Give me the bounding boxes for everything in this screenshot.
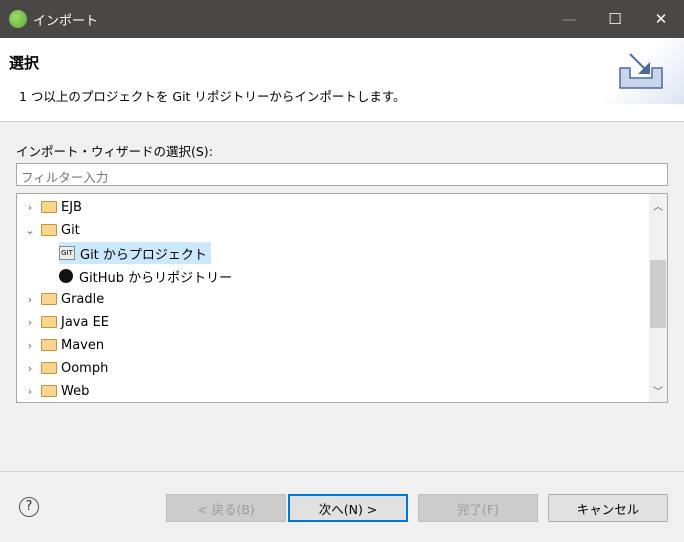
folder-icon (41, 362, 57, 374)
folder-icon (41, 385, 57, 397)
vertical-scrollbar[interactable]: ︿ ﹀ (649, 194, 667, 402)
chevron-right-icon[interactable]: › (23, 293, 37, 306)
minimize-button[interactable]: — (546, 0, 592, 38)
tree-item-ejb[interactable]: › EJB (23, 196, 82, 218)
github-icon (59, 269, 73, 283)
help-icon[interactable]: ? (19, 497, 39, 517)
wizard-selection-label: インポート・ウィザードの選択(S): (16, 144, 213, 159)
chevron-down-icon[interactable]: ⌄ (23, 224, 37, 237)
page-description: 1 つ以上のプロジェクトを Git リポジトリーからインポートします。 (19, 89, 406, 104)
maximize-button[interactable]: ☐ (592, 0, 638, 38)
spring-app-icon (9, 10, 27, 28)
next-button[interactable]: 次へ(N) > (288, 494, 408, 522)
scroll-down-icon[interactable]: ﹀ (649, 383, 667, 398)
footer-divider (0, 471, 684, 472)
page-title: 選択 (9, 54, 40, 72)
tree-item-label: GitHub からリポジトリー (79, 270, 233, 286)
tree-item-web[interactable]: › Web (23, 380, 90, 402)
tree-item-label: Java EE (61, 314, 110, 330)
import-banner-icon (604, 38, 684, 104)
tree-item-label: Web (61, 383, 90, 399)
folder-icon (41, 339, 57, 351)
git-icon: GIT (59, 246, 75, 260)
close-button[interactable]: ✕ (638, 0, 684, 38)
tree-item-label: Git (61, 222, 80, 238)
chevron-right-icon[interactable]: › (23, 316, 37, 329)
tree-item-label: Git からプロジェクト (80, 247, 207, 263)
back-button[interactable]: < 戻る(B) (166, 494, 286, 522)
wizard-tree: › EJB ⌄ Git GIT Git からプロジェクト GitHub からリポジトリ… (16, 193, 668, 403)
chevron-right-icon[interactable]: › (23, 339, 37, 352)
tree-item-label: Gradle (61, 291, 105, 307)
chevron-right-icon[interactable]: › (23, 385, 37, 398)
cancel-button[interactable]: キャンセル (548, 494, 668, 522)
title-bar: インポート — ☐ ✕ (0, 0, 684, 38)
chevron-right-icon[interactable]: › (23, 362, 37, 375)
folder-icon (41, 201, 57, 213)
folder-icon (41, 224, 57, 236)
tree-item-gradle[interactable]: › Gradle (23, 288, 104, 310)
folder-icon (41, 316, 57, 328)
tree-item-github[interactable]: GitHub からリポジトリー (59, 265, 232, 287)
tree-item-git[interactable]: ⌄ Git (23, 219, 80, 241)
chevron-right-icon[interactable]: › (23, 201, 37, 214)
wizard-header: 選択 1 つ以上のプロジェクトを Git リポジトリーからインポートします。 (0, 38, 684, 122)
tree-item-git-projects[interactable]: GIT Git からプロジェクト (59, 242, 211, 264)
finish-button[interactable]: 完了(F) (418, 494, 538, 522)
window-title: インポート (33, 14, 99, 29)
folder-icon (41, 293, 57, 305)
tree-item-label: EJB (61, 199, 82, 215)
tree-item-label: Maven (61, 337, 105, 353)
tree-item-oomph[interactable]: › Oomph (23, 357, 109, 379)
tree-item-label: Oomph (61, 360, 109, 376)
filter-input[interactable]: フィルター入力 (16, 163, 668, 186)
scrollbar-thumb[interactable] (650, 260, 666, 328)
tree-item-java-ee[interactable]: › Java EE (23, 311, 109, 333)
tree-item-maven[interactable]: › Maven (23, 334, 104, 356)
scroll-up-icon[interactable]: ︿ (649, 198, 667, 213)
